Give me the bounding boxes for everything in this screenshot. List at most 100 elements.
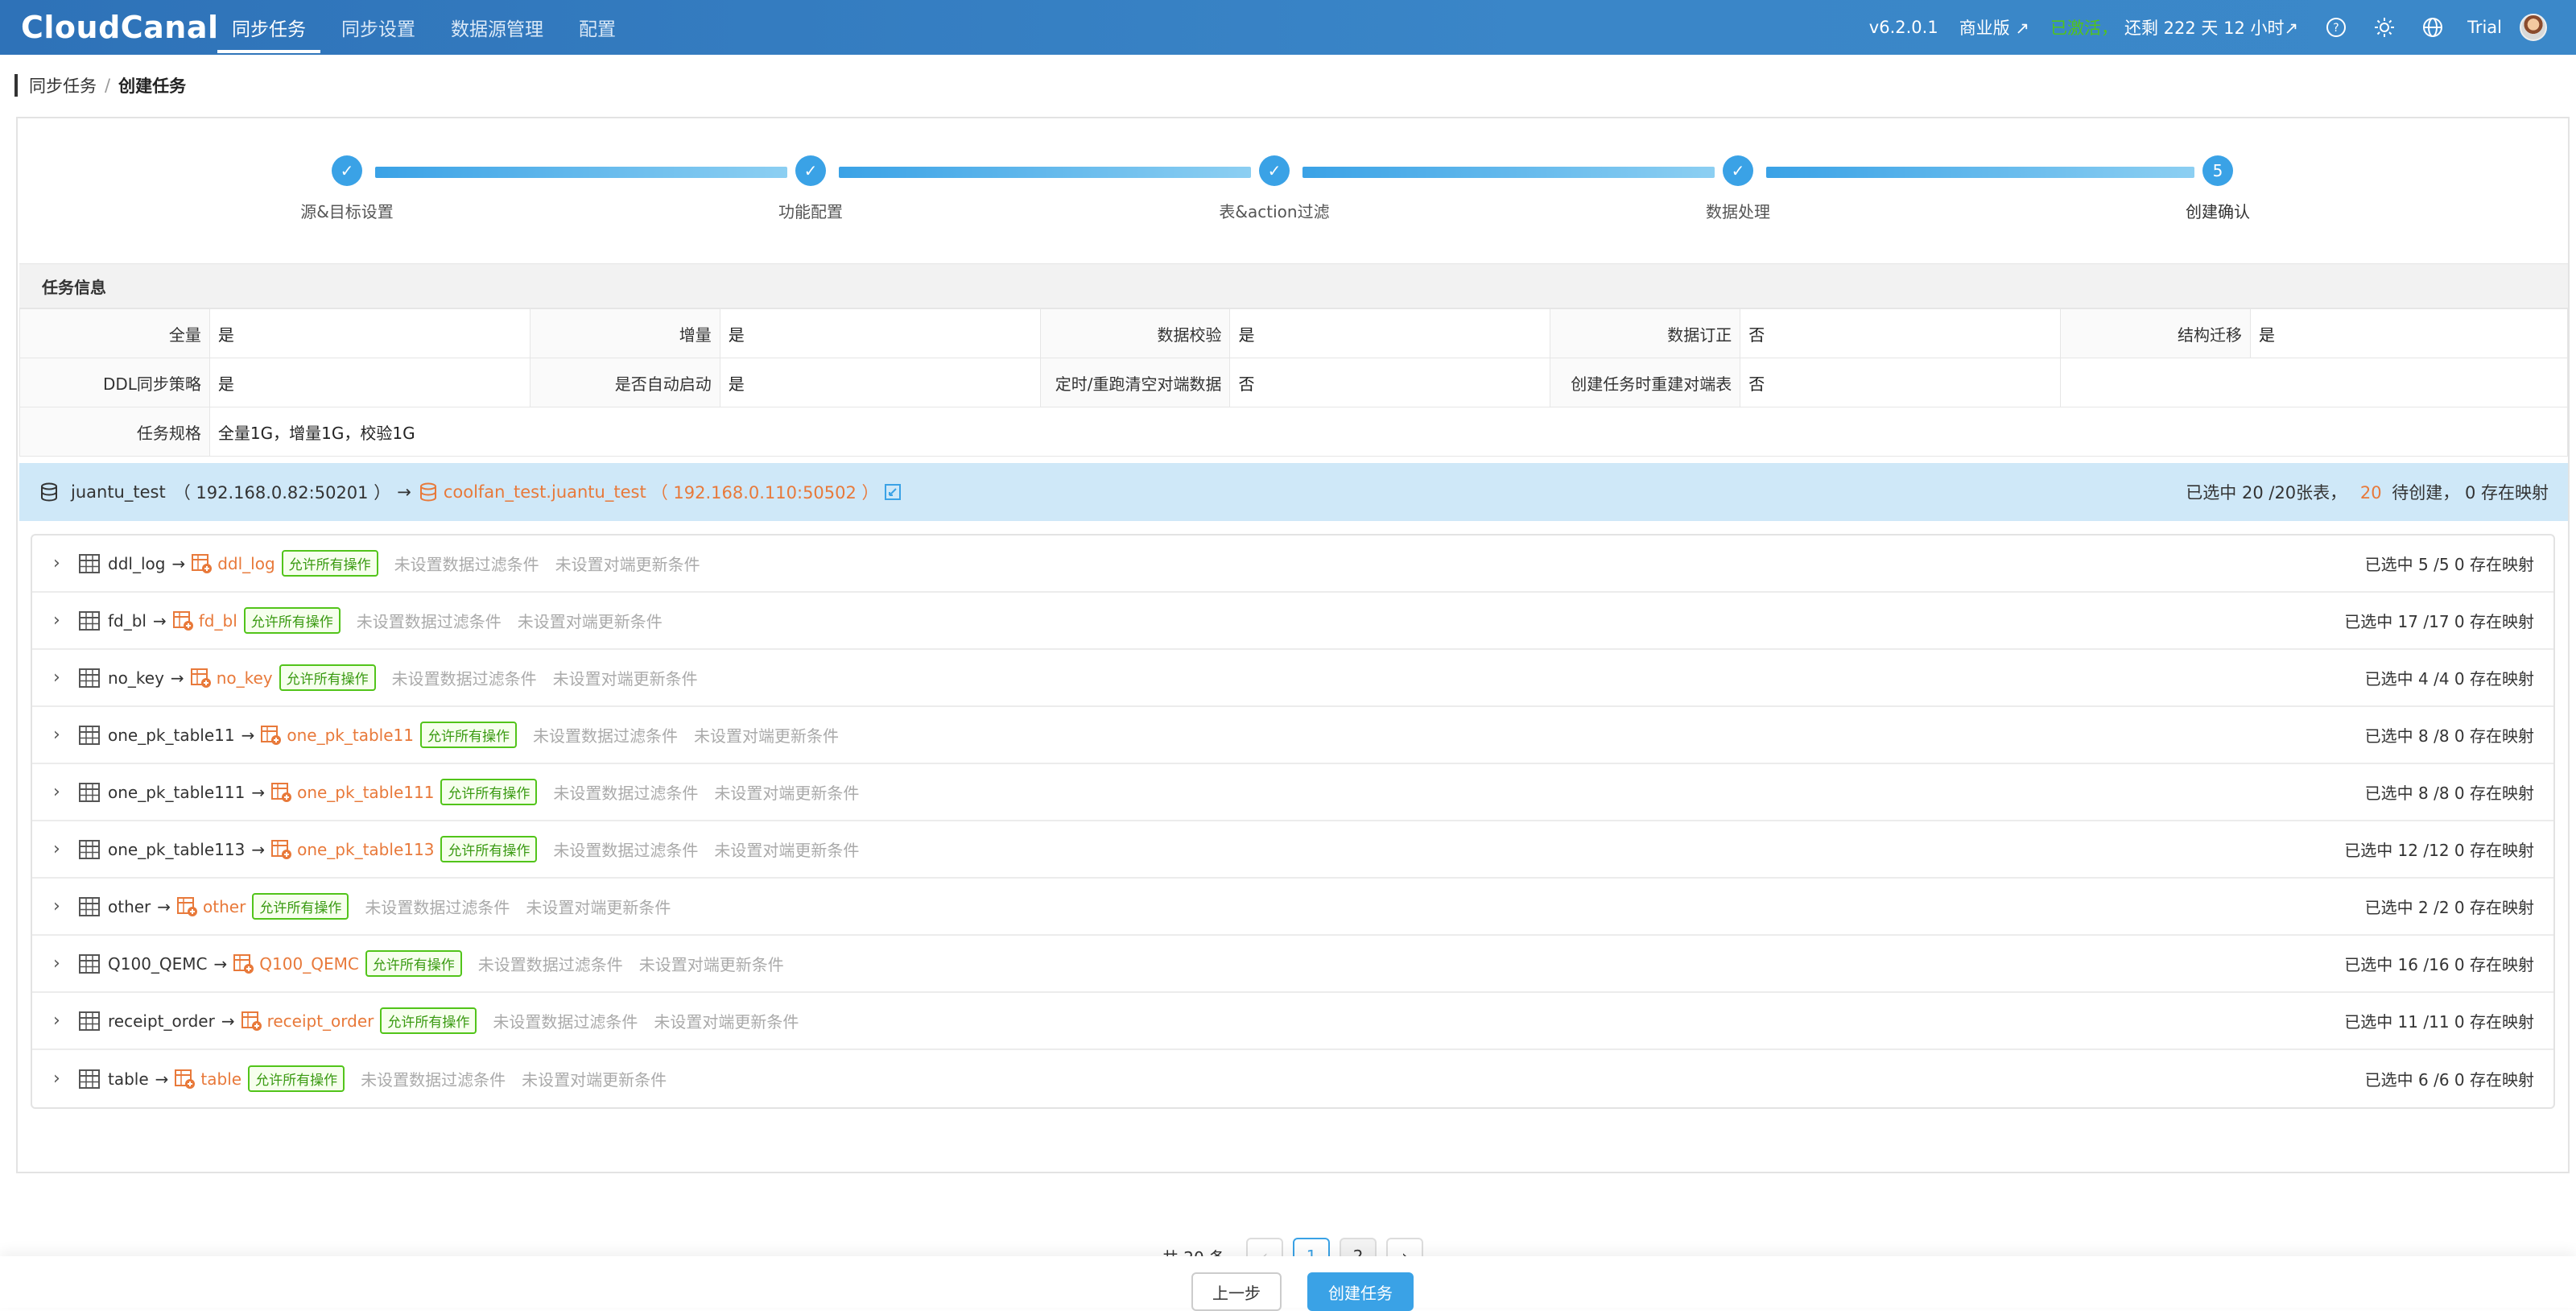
chevron-right-icon[interactable]: ›: [53, 839, 71, 859]
summary-pending: 待创建， 0 存在映射: [2392, 483, 2549, 502]
allow-all-ops-badge[interactable]: 允许所有操作: [281, 550, 378, 577]
user-name[interactable]: Trial: [2467, 18, 2502, 37]
table-row[interactable]: › receipt_order → receipt_order 允许所有操作 未设置数据过…: [32, 993, 2553, 1050]
user-avatar[interactable]: [2520, 14, 2547, 41]
step-4-check-icon: ✓: [1723, 155, 1753, 186]
language-globe-icon[interactable]: [2422, 17, 2443, 38]
data-filter-condition[interactable]: 未设置数据过滤条件: [533, 723, 678, 746]
create-task-panel: ✓ ✓ ✓ ✓ 5 源&目标设置 功能配置 表&action过滤 数据处理 创建…: [16, 117, 2570, 1275]
chevron-right-icon[interactable]: ›: [53, 896, 71, 916]
target-update-condition[interactable]: 未设置对端更新条件: [518, 609, 663, 632]
target-table-name[interactable]: one_pk_table113: [297, 840, 434, 859]
data-filter-condition[interactable]: 未设置数据过滤条件: [394, 552, 539, 575]
target-update-condition[interactable]: 未设置对端更新条件: [526, 895, 671, 918]
target-update-condition[interactable]: 未设置对端更新条件: [714, 780, 859, 804]
source-table-name: no_key: [108, 668, 164, 688]
target-table-name[interactable]: one_pk_table11: [287, 726, 414, 745]
table-row[interactable]: › other → other 允许所有操作 未设置数据过滤条件 未设置对端更新条件 已选中 …: [32, 879, 2553, 936]
allow-all-ops-badge[interactable]: 允许所有操作: [365, 950, 462, 977]
app-logo[interactable]: CloudCanal: [21, 10, 218, 45]
column-selection-count: 已选中 6 /6 0 存在映射: [2364, 1070, 2534, 1090]
target-table-icon: [271, 839, 292, 860]
column-selection-count: 已选中 4 /4 0 存在映射: [2364, 669, 2534, 689]
source-table-name: one_pk_table11: [108, 725, 235, 745]
target-table-name[interactable]: other: [203, 897, 246, 916]
target-table-name[interactable]: ddl_log: [217, 554, 275, 573]
target-table-icon: [271, 782, 292, 803]
table-row[interactable]: › ddl_log → ddl_log 允许所有操作 未设置数据过滤条件 未设置对端更新条件…: [32, 536, 2553, 593]
table-row[interactable]: › one_pk_table11 → one_pk_table11 允许所有操作 未设置数…: [32, 707, 2553, 764]
table-row[interactable]: › no_key → no_key 允许所有操作 未设置数据过滤条件 未设置对端更新条件 已选…: [32, 650, 2553, 707]
data-filter-condition[interactable]: 未设置数据过滤条件: [553, 837, 698, 861]
allow-all-ops-badge[interactable]: 允许所有操作: [440, 836, 538, 862]
table-row[interactable]: › one_pk_table111 → one_pk_table111 允许所有操作 未设…: [32, 764, 2553, 821]
chevron-right-icon[interactable]: ›: [53, 725, 71, 745]
target-table-name[interactable]: one_pk_table111: [297, 783, 434, 802]
chevron-right-icon[interactable]: ›: [53, 553, 71, 573]
column-selection-count: 已选中 5 /5 0 存在映射: [2364, 555, 2534, 574]
target-update-condition[interactable]: 未设置对端更新条件: [639, 952, 784, 975]
target-table-name[interactable]: Q100_QEMC: [259, 954, 359, 974]
chevron-right-icon[interactable]: ›: [53, 782, 71, 802]
prev-step-button[interactable]: 上一步: [1191, 1272, 1282, 1311]
nav-sync-settings[interactable]: 同步设置: [324, 0, 433, 55]
breadcrumb-parent[interactable]: 同步任务: [29, 73, 97, 97]
step-1-check-icon: ✓: [332, 155, 362, 186]
info-key: 创建任务时重建对端表: [1550, 358, 1741, 407]
nav-config[interactable]: 配置: [561, 0, 634, 55]
chevron-right-icon[interactable]: ›: [53, 668, 71, 688]
target-update-condition[interactable]: 未设置对端更新条件: [714, 837, 859, 861]
allow-all-ops-badge[interactable]: 允许所有操作: [279, 664, 376, 691]
data-filter-condition[interactable]: 未设置数据过滤条件: [357, 609, 502, 632]
step-3-label: 表&action过滤: [1219, 202, 1330, 221]
step-1-label: 源&目标设置: [300, 202, 394, 221]
target-table-name[interactable]: table: [200, 1069, 242, 1089]
chevron-right-icon[interactable]: ›: [53, 1011, 71, 1031]
edition-link[interactable]: 商业版 ↗: [1959, 15, 2029, 39]
target-update-condition[interactable]: 未设置对端更新条件: [654, 1009, 799, 1032]
target-db-address: （ 192.168.0.110:50502 ）: [650, 483, 879, 502]
data-filter-condition[interactable]: 未设置数据过滤条件: [365, 895, 510, 918]
target-table-name[interactable]: no_key: [217, 668, 273, 688]
nav-datasource[interactable]: 数据源管理: [433, 0, 561, 55]
data-filter-condition[interactable]: 未设置数据过滤条件: [392, 666, 537, 689]
data-filter-condition[interactable]: 未设置数据过滤条件: [493, 1009, 638, 1032]
table-list: › ddl_log → ddl_log 允许所有操作 未设置数据过滤条件 未设置对端更新条件…: [31, 534, 2555, 1109]
chevron-right-icon[interactable]: ›: [53, 953, 71, 974]
theme-sun-icon[interactable]: [2374, 17, 2395, 38]
allow-all-ops-badge[interactable]: 允许所有操作: [419, 722, 517, 748]
table-row[interactable]: › table → table 允许所有操作 未设置数据过滤条件 未设置对端更新条件 已选中 …: [32, 1050, 2553, 1107]
allow-all-ops-badge[interactable]: 允许所有操作: [380, 1007, 477, 1034]
summary-pending-count: 20: [2359, 483, 2382, 502]
target-table-name[interactable]: receipt_order: [267, 1011, 374, 1031]
main-nav: 同步任务 同步设置 数据源管理 配置: [214, 0, 634, 55]
allow-all-ops-badge[interactable]: 允许所有操作: [440, 779, 538, 805]
data-filter-condition[interactable]: 未设置数据过滤条件: [478, 952, 623, 975]
task-info-title: 任务信息: [19, 263, 2568, 308]
target-table-name[interactable]: fd_bl: [199, 611, 237, 631]
info-value: 是: [1229, 308, 1551, 358]
step-2-label: 功能配置: [778, 202, 843, 221]
chevron-right-icon[interactable]: ›: [53, 610, 71, 631]
table-row[interactable]: › one_pk_table113 → one_pk_table113 允许所有操作 未设…: [32, 821, 2553, 879]
nav-sync-tasks[interactable]: 同步任务: [214, 0, 324, 55]
target-update-condition[interactable]: 未设置对端更新条件: [553, 666, 698, 689]
step-connector: [839, 167, 1251, 178]
chevron-right-icon[interactable]: ›: [53, 1069, 71, 1089]
allow-all-ops-badge[interactable]: 允许所有操作: [248, 1065, 345, 1092]
info-value: 是: [208, 358, 530, 407]
help-icon[interactable]: ?: [2326, 17, 2347, 38]
target-update-condition[interactable]: 未设置对端更新条件: [694, 723, 839, 746]
data-filter-condition[interactable]: 未设置数据过滤条件: [553, 780, 698, 804]
edit-mapping-icon[interactable]: [884, 483, 902, 501]
table-row[interactable]: › fd_bl → fd_bl 允许所有操作 未设置数据过滤条件 未设置对端更新条件 已选中 …: [32, 593, 2553, 650]
target-table-icon: [172, 610, 194, 631]
table-row[interactable]: › Q100_QEMC → Q100_QEMC 允许所有操作 未设置数据过滤条件 未设置对端…: [32, 936, 2553, 993]
allow-all-ops-badge[interactable]: 允许所有操作: [252, 893, 349, 920]
create-task-button[interactable]: 创建任务: [1307, 1272, 1414, 1311]
target-update-condition[interactable]: 未设置对端更新条件: [522, 1067, 667, 1090]
remaining-time-link[interactable]: 还剩 222 天 12 小时↗: [2124, 15, 2298, 39]
data-filter-condition[interactable]: 未设置数据过滤条件: [361, 1067, 506, 1090]
target-update-condition[interactable]: 未设置对端更新条件: [555, 552, 700, 575]
allow-all-ops-badge[interactable]: 允许所有操作: [243, 607, 341, 634]
